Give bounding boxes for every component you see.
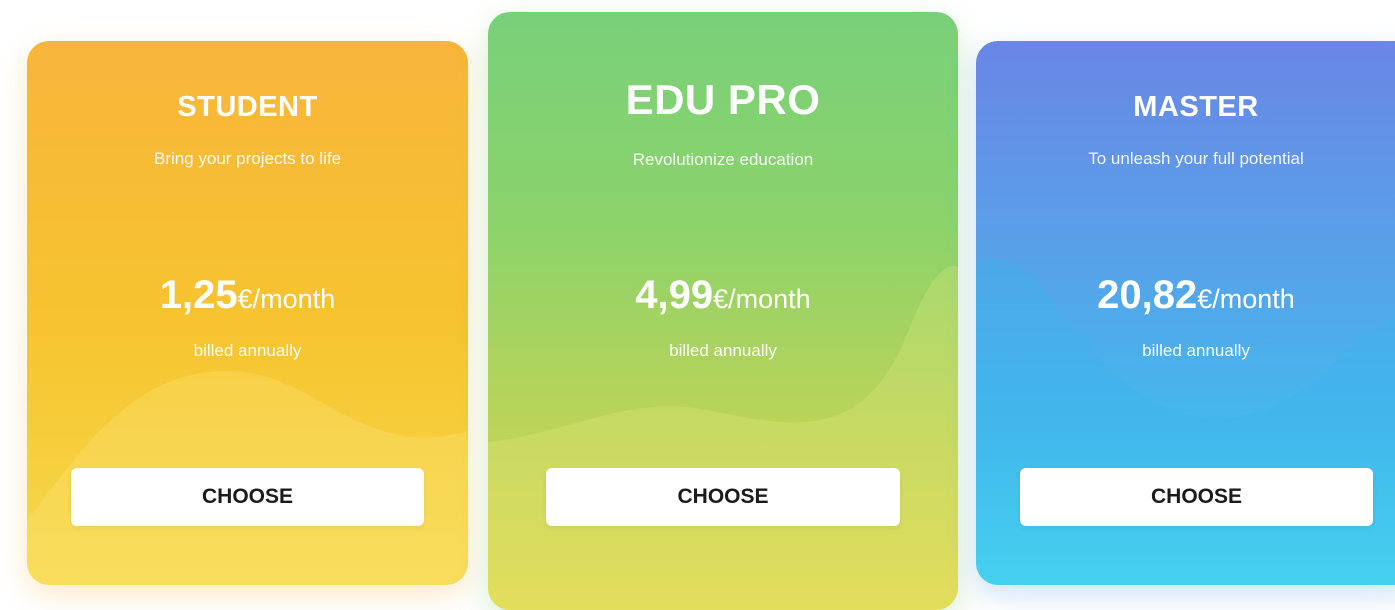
choose-button[interactable]: CHOOSE <box>71 468 424 526</box>
price-amount: 20,82 <box>1097 273 1198 317</box>
price-unit: €/month <box>713 284 811 314</box>
billing-note: billed annually <box>669 341 777 360</box>
price-unit: €/month <box>237 284 336 314</box>
plan-price: 1,25€/month <box>27 273 468 318</box>
plan-price: 4,99€/month <box>488 273 958 318</box>
pricing-card-student: STUDENT Bring your projects to life 1,25… <box>27 41 468 585</box>
plan-price: 20,82€/month <box>976 273 1395 318</box>
choose-button[interactable]: CHOOSE <box>1020 468 1373 526</box>
pricing-card-master: MASTER To unleash your full potential 20… <box>976 41 1395 585</box>
pricing-section: STUDENT Bring your projects to life 1,25… <box>0 0 1395 610</box>
billing-note: billed annually <box>193 341 302 360</box>
price-amount: 4,99 <box>635 273 714 317</box>
pricing-card-edu-pro: EDU PRO Revolutionize education 4,99€/mo… <box>488 12 958 610</box>
plan-tagline: To unleash your full potential <box>1088 149 1304 168</box>
plan-name: MASTER <box>1133 91 1259 123</box>
billing-note: billed annually <box>1142 341 1250 360</box>
plan-tagline: Revolutionize education <box>632 150 814 169</box>
price-unit: €/month <box>1197 284 1295 314</box>
plan-name: STUDENT <box>177 91 318 123</box>
price-amount: 1,25 <box>159 273 238 317</box>
plan-name: EDU PRO <box>625 76 821 123</box>
plan-tagline: Bring your projects to life <box>153 149 342 168</box>
choose-button[interactable]: CHOOSE <box>546 468 900 526</box>
